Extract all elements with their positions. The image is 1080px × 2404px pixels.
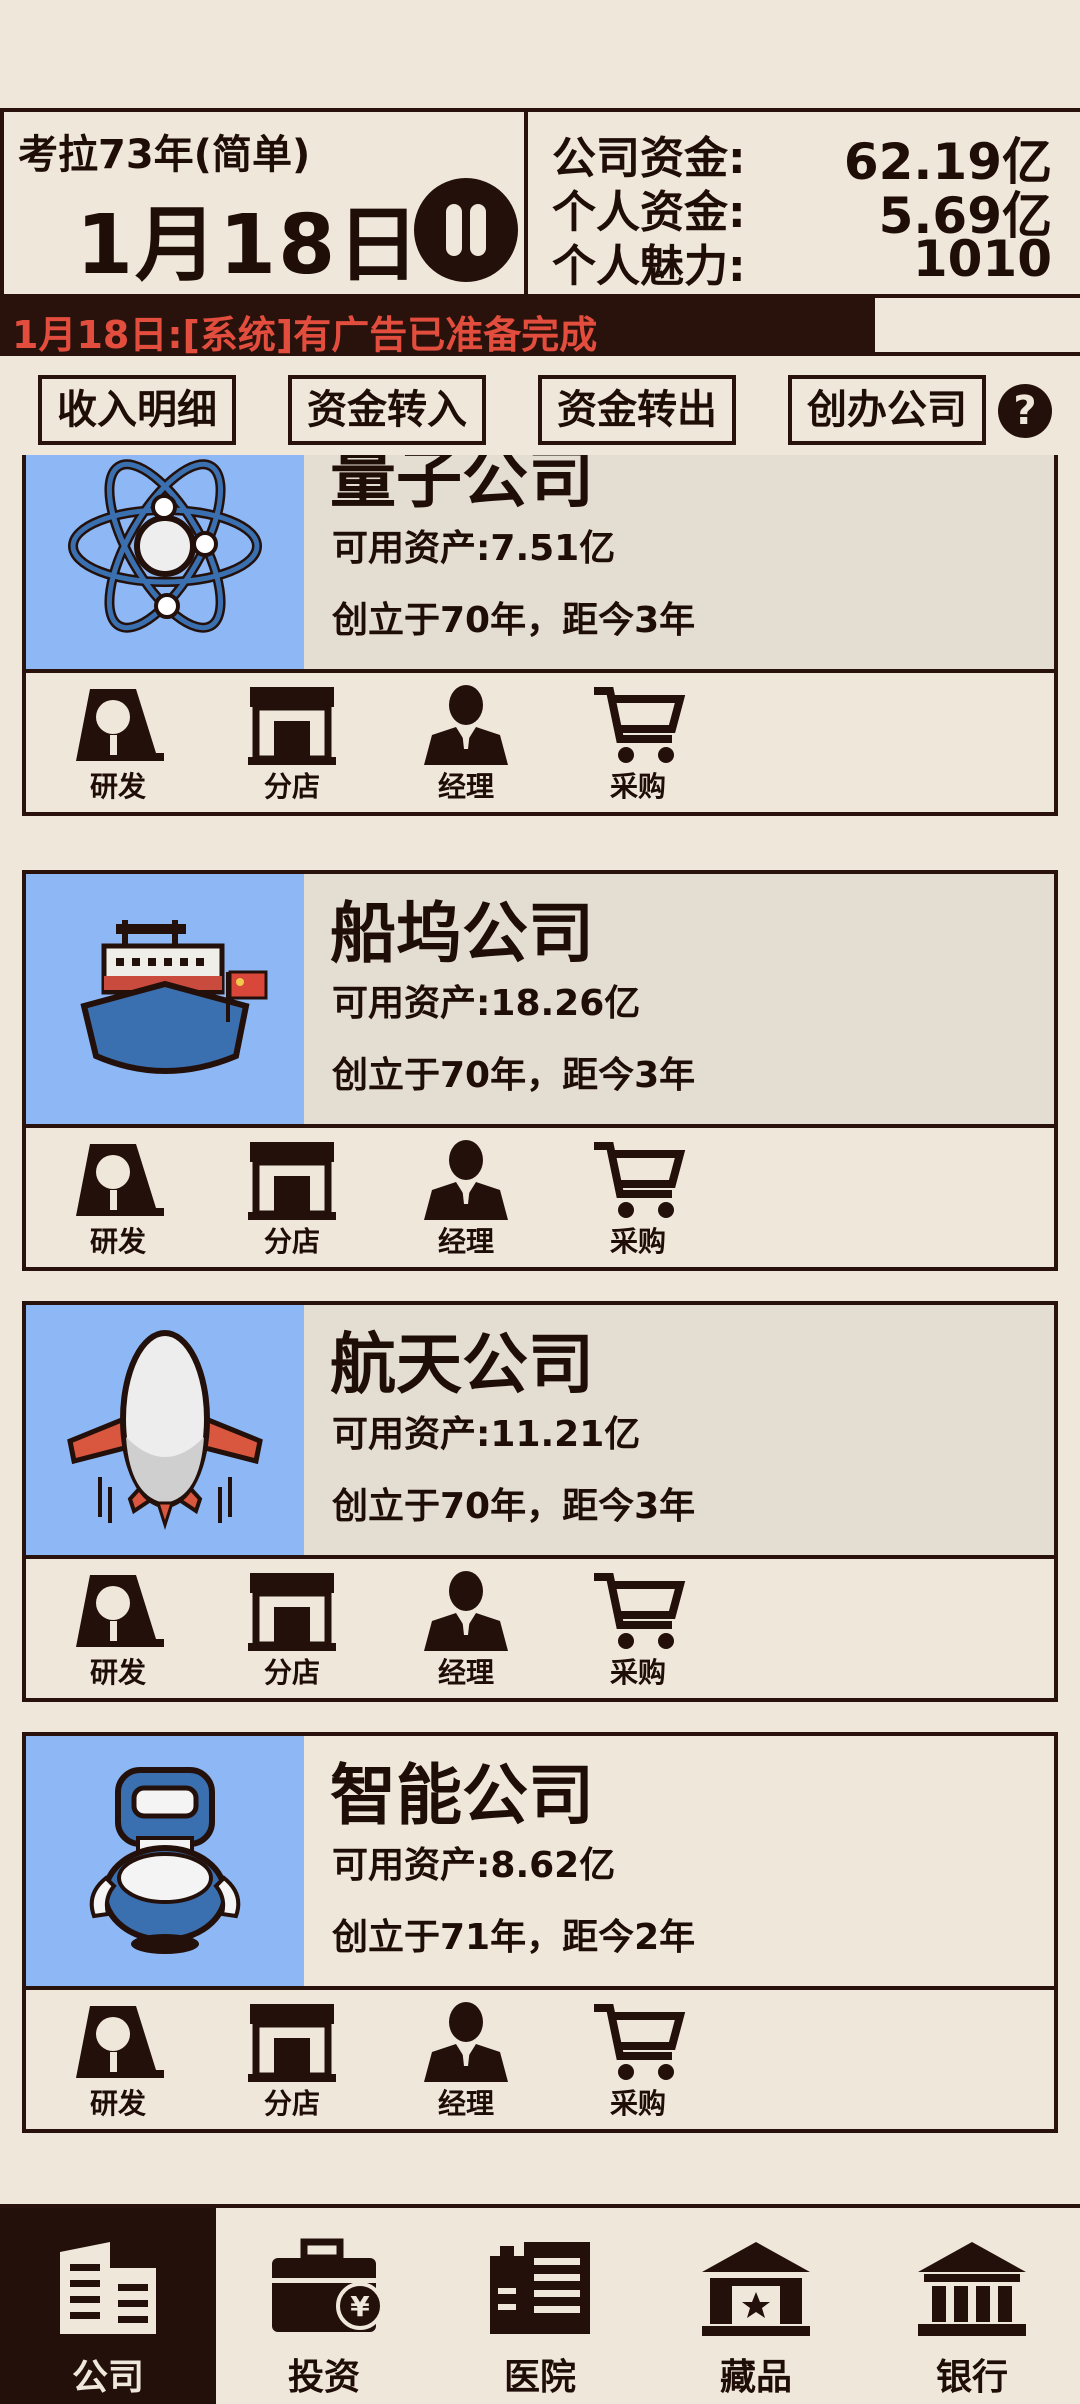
cart-icon [594,1142,686,1218]
manager-button[interactable]: 经理 [406,1138,526,1260]
store-icon [248,687,336,765]
company-founded: 创立于71年，距今2年 [332,1917,696,1958]
date-panel: 考拉73年(简单) 1月18日 [0,112,528,294]
research-button[interactable]: 研发 [58,1569,178,1691]
company-assets: 可用资产:11.21亿 [332,1414,641,1455]
date-label: 1月18日 [76,198,422,293]
nav-company[interactable]: 公司 [0,2208,216,2404]
transfer-out-button[interactable]: 资金转出 [538,375,736,445]
company-card-intelligence[interactable]: 智能公司 可用资产:8.62亿 创立于71年，距今2年 研发 分店 经理 采购 [22,1732,1058,2159]
income-detail-button[interactable]: 收入明细 [38,375,236,445]
manager-icon [424,685,508,765]
nav-collection[interactable]: 藏品 [648,2208,864,2404]
research-button[interactable]: 研发 [58,683,178,805]
cart-icon [594,1573,686,1649]
company-founded: 创立于70年，距今3年 [332,1486,696,1527]
ticker-text: 1月18日:[系统]有广告已准备完成 [12,313,598,357]
branch-button[interactable]: 分店 [232,1138,352,1260]
purchase-button[interactable]: 采购 [578,1569,698,1691]
nav-bank[interactable]: 银行 [864,2208,1080,2404]
research-button[interactable]: 研发 [58,1138,178,1260]
company-founded: 创立于70年，距今3年 [332,1055,696,1096]
company-name: 智能公司 [330,1757,594,1834]
investment-icon: ¥ [272,2238,382,2332]
cart-icon [594,687,686,763]
manager-icon [424,1571,508,1651]
company-actions: 研发 分店 经理 采购 [22,1555,1058,1702]
research-icon [76,1144,164,1216]
company-assets: 可用资产:8.62亿 [332,1845,616,1886]
branch-button[interactable]: 分店 [232,1569,352,1691]
branch-button[interactable]: 分店 [232,2000,352,2122]
company-card-quantum[interactable]: 量子公司 可用资产:7.51亿 创立于70年，距今3年 研发 分店 经理 采购 [22,455,1058,842]
company-assets: 可用资产:7.51亿 [332,528,616,569]
cart-icon [594,2004,686,2080]
purchase-button[interactable]: 采购 [578,683,698,805]
company-assets: 可用资产:18.26亿 [332,983,641,1024]
company-list[interactable]: 量子公司 可用资产:7.51亿 创立于70年，距今3年 研发 分店 经理 采购 … [0,455,1080,2190]
transfer-in-button[interactable]: 资金转入 [288,375,486,445]
atom-icon [26,455,304,671]
plane-icon [26,1305,304,1557]
company-founded: 创立于70年，距今3年 [332,600,696,641]
personal-charm: 个人魅力: 1010 [552,230,1052,292]
bottom-nav: 公司 ¥ 投资 医院 藏品 银行 [0,2204,1080,2404]
store-icon [248,1142,336,1220]
news-ticker[interactable]: 1月18日:[系统]有广告已准备完成 [0,298,875,357]
hospital-icon [490,2242,590,2334]
purchase-button[interactable]: 采购 [578,1138,698,1260]
company-actions: 研发 分店 经理 采购 [22,1124,1058,1271]
store-icon [248,1573,336,1651]
company-actions: 研发 分店 经理 采购 [22,1986,1058,2133]
research-icon [76,2006,164,2078]
svg-text:¥: ¥ [350,2290,370,2323]
nav-hospital[interactable]: 医院 [432,2208,648,2404]
store-icon [248,2004,336,2082]
ship-icon [26,874,304,1126]
company-icon [60,2242,156,2334]
header-panel: 考拉73年(简单) 1月18日 公司资金: 62.19亿 个人资金: 5.69亿… [0,108,1080,298]
company-card-aerospace[interactable]: 航天公司 可用资产:11.21亿 创立于70年，距今3年 研发 分店 经理 采购 [22,1301,1058,1728]
branch-button[interactable]: 分店 [232,683,352,805]
manager-button[interactable]: 经理 [406,683,526,805]
help-icon[interactable]: ? [998,384,1052,438]
bank-icon [918,2242,1026,2336]
status-bar-area [0,0,1080,108]
robot-icon [26,1736,304,1988]
research-button[interactable]: 研发 [58,2000,178,2122]
company-actions: 研发 分店 经理 采购 [22,669,1058,816]
collection-icon [702,2242,810,2336]
pause-button[interactable] [414,178,518,282]
purchase-button[interactable]: 采购 [578,2000,698,2122]
research-icon [76,689,164,761]
research-icon [76,1575,164,1647]
company-card-shipyard[interactable]: 船坞公司 可用资产:18.26亿 创立于70年，距今3年 研发 分店 经理 采购 [22,870,1058,1297]
manager-icon [424,2002,508,2082]
manager-icon [424,1140,508,1220]
nav-investment[interactable]: ¥ 投资 [216,2208,432,2404]
company-name: 量子公司 [330,455,594,517]
manager-button[interactable]: 经理 [406,1569,526,1691]
company-name: 船坞公司 [330,895,594,972]
manager-button[interactable]: 经理 [406,2000,526,2122]
create-company-button[interactable]: 创办公司 [788,375,986,445]
era-label: 考拉73年(简单) [18,132,311,178]
company-name: 航天公司 [330,1326,594,1403]
pause-icon [446,204,462,256]
finance-panel: 公司资金: 62.19亿 个人资金: 5.69亿 个人魅力: 1010 [528,112,1080,294]
